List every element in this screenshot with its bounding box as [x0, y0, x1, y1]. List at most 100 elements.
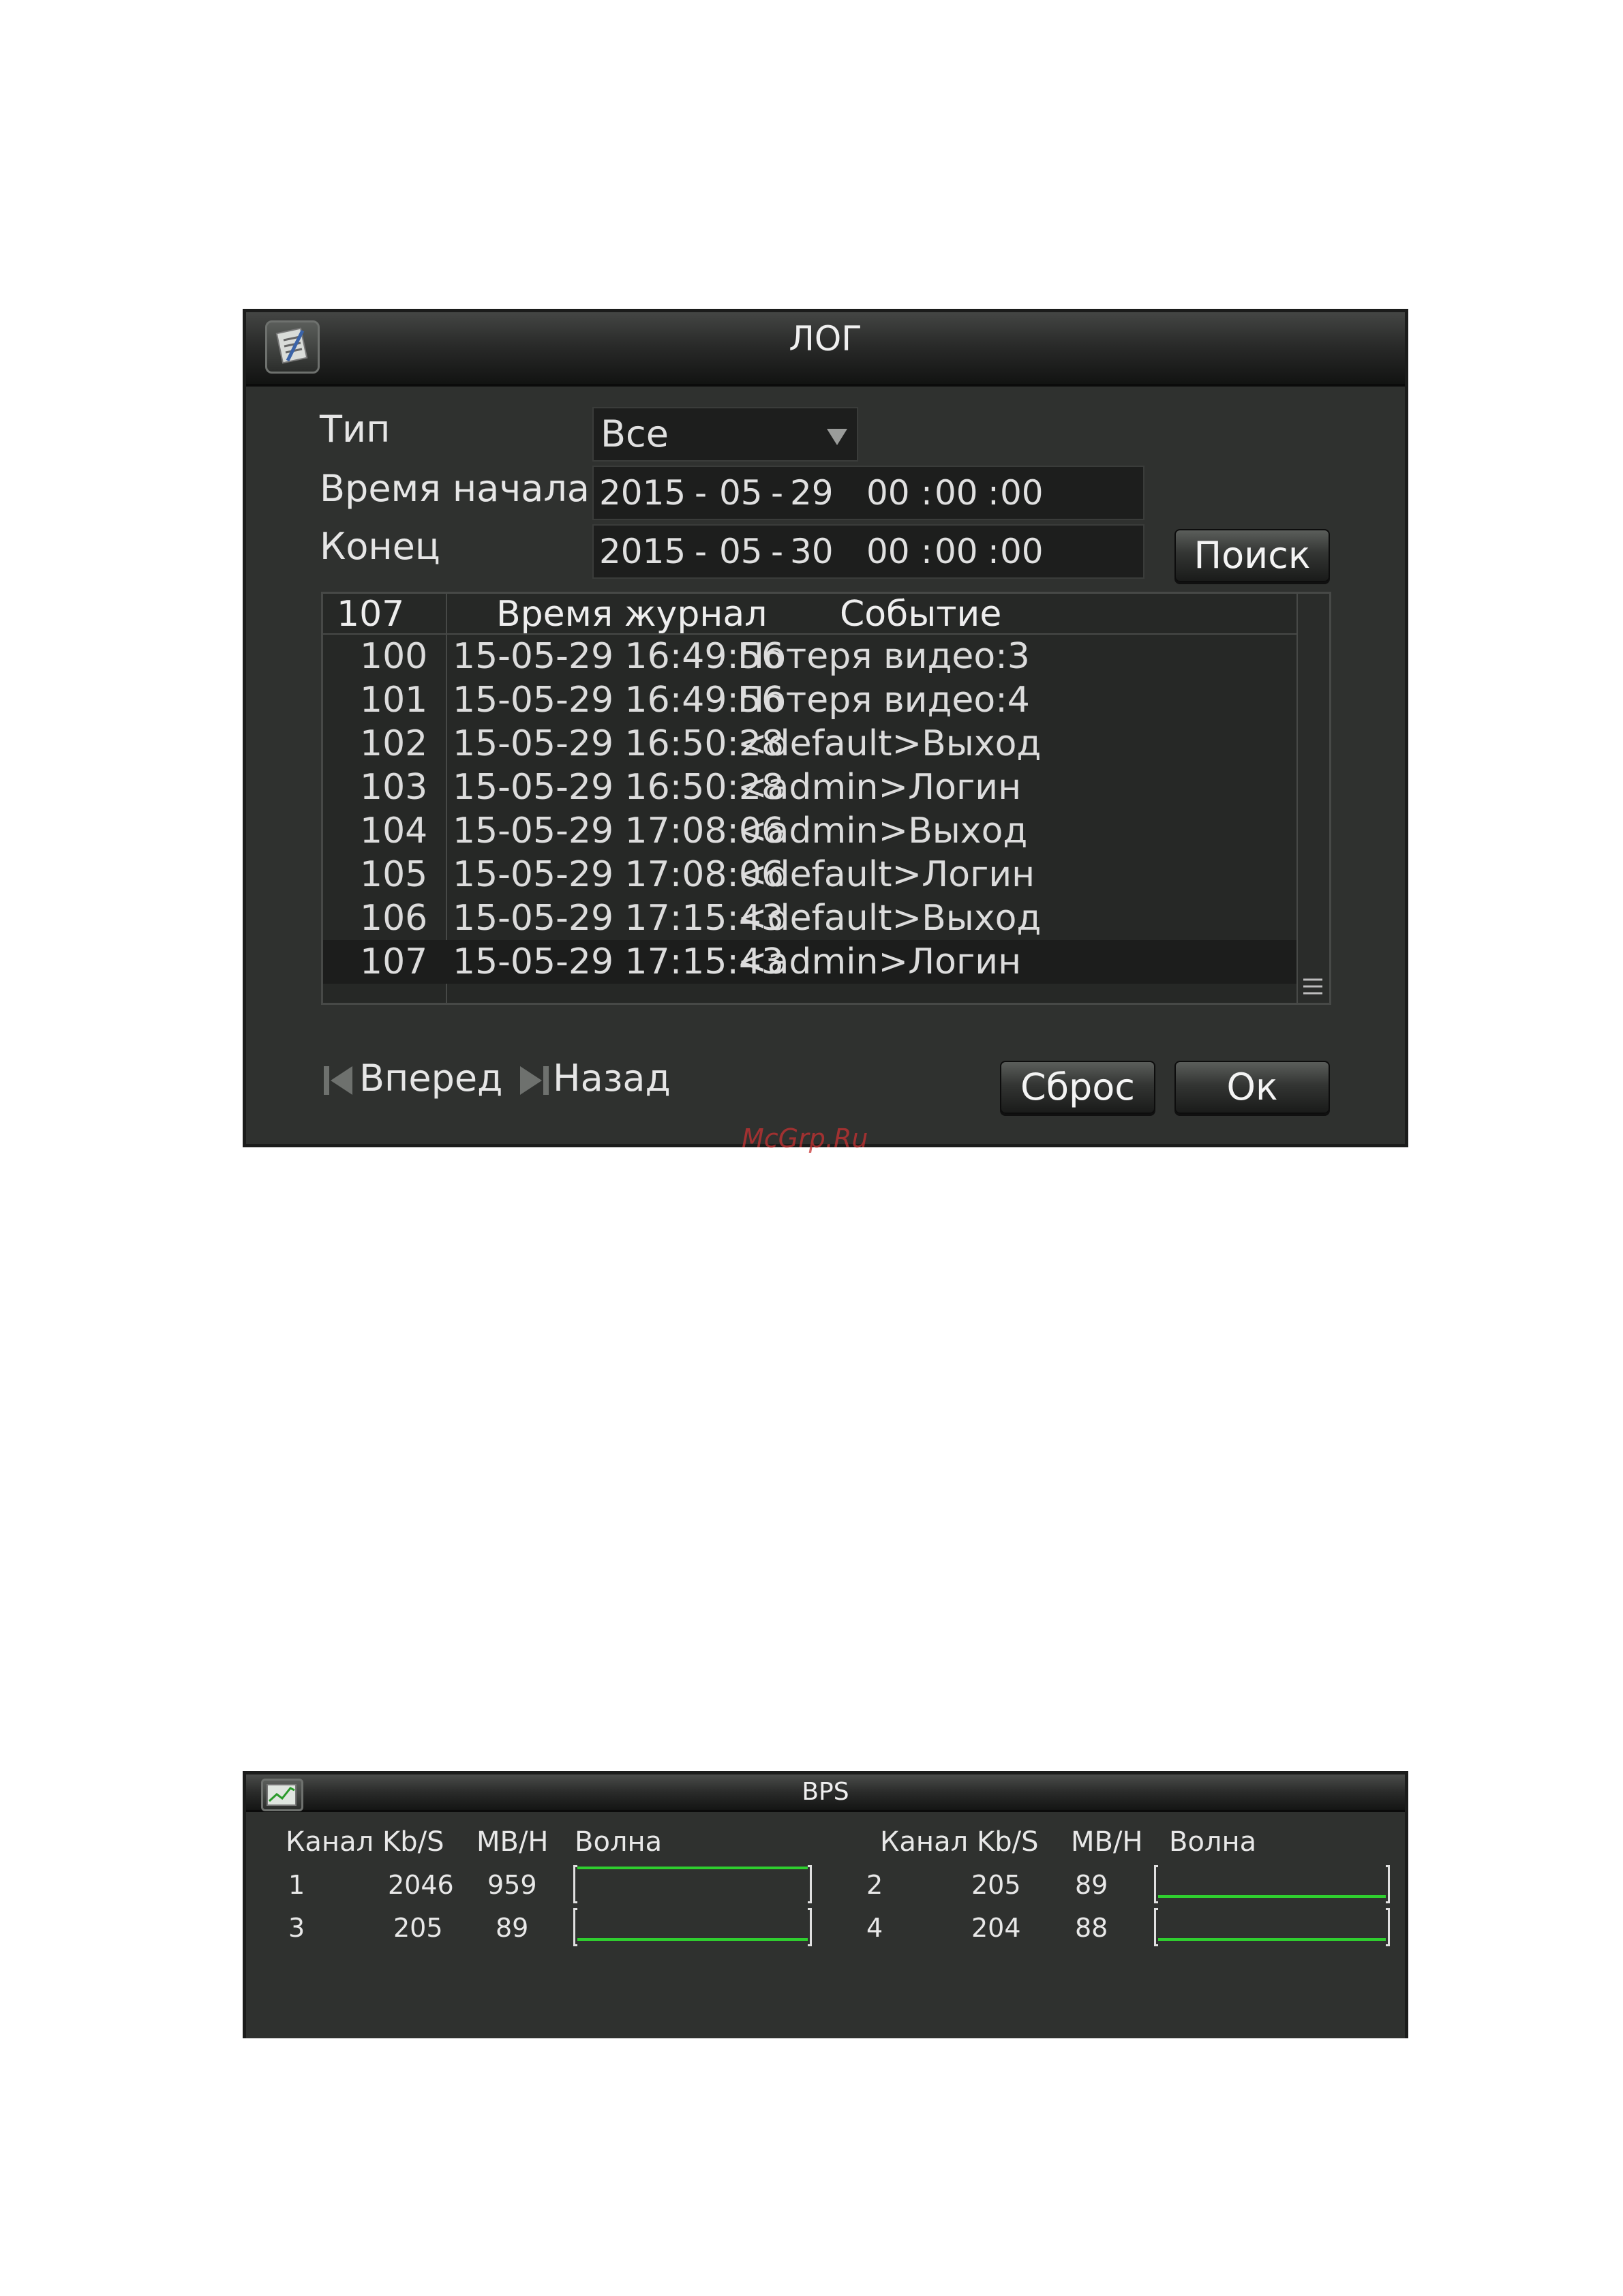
next-page-label: Назад: [553, 1057, 671, 1100]
table-row[interactable]: 101 15-05-29 16:49:56 Потеря видео:4: [323, 678, 1300, 722]
row-number: 106: [360, 898, 428, 939]
wave-header: Волна: [1169, 1826, 1257, 1858]
date-sep: -: [771, 473, 784, 513]
time-sep: :: [921, 532, 932, 571]
chevron-down-icon: [825, 425, 849, 449]
search-button[interactable]: Поиск: [1174, 529, 1330, 582]
channel-header: Канал: [286, 1826, 374, 1858]
channel-kbs: 205: [393, 1913, 443, 1943]
row-time: 15-05-29 16:50:28: [453, 723, 785, 764]
start-day[interactable]: 29: [790, 467, 834, 519]
wave-graph: [1154, 1865, 1390, 1906]
channel-mbh: 89: [496, 1913, 529, 1943]
row-number: 107: [360, 941, 428, 982]
row-event: Потеря видео:3: [738, 636, 1030, 677]
row-event: <default>Выход: [738, 898, 1042, 939]
log-window: ЛОГ Тип Все Время начала 2015 - 05 - 29 …: [243, 309, 1408, 1147]
table-row[interactable]: 105 15-05-29 17:08:06 <default>Логин: [323, 853, 1300, 896]
end-hour[interactable]: 00: [866, 526, 910, 577]
end-year[interactable]: 2015: [599, 526, 686, 577]
end-minute[interactable]: 00: [935, 526, 978, 577]
kbs-header: Kb/S: [977, 1826, 1039, 1858]
time-sep: :: [988, 473, 999, 513]
end-time-label: Конец: [320, 525, 440, 568]
channel-kbs: 205: [971, 1870, 1021, 1900]
end-second[interactable]: 00: [1000, 526, 1044, 577]
reset-button[interactable]: Сброс: [1000, 1061, 1155, 1114]
row-time: 15-05-29 16:49:56: [453, 680, 785, 721]
scrollbar[interactable]: [1296, 594, 1329, 1003]
start-second[interactable]: 00: [1000, 467, 1044, 519]
prev-page-label: Вперед: [359, 1057, 503, 1100]
channel-number: 1: [288, 1870, 305, 1900]
wave-line: [577, 1867, 808, 1869]
log-table: 107 Время журнал Событие 100 15-05-29 16…: [321, 592, 1331, 1005]
bps-title: BPS: [802, 1778, 849, 1806]
time-sep: :: [988, 532, 999, 571]
wave-header: Волна: [575, 1826, 663, 1858]
mbh-header: MB/H: [476, 1826, 549, 1858]
channel-kbs: 2046: [388, 1870, 454, 1900]
type-select-value: Все: [601, 412, 669, 455]
date-sep: -: [771, 532, 784, 571]
channel-mbh: 89: [1075, 1870, 1108, 1900]
row-time: 15-05-29 17:08:06: [453, 811, 785, 851]
row-event: <admin>Логин: [738, 941, 1022, 982]
end-month[interactable]: 05: [719, 526, 763, 577]
row-event: <default>Логин: [738, 854, 1035, 895]
date-sep: -: [695, 532, 708, 571]
wave-graph: [1154, 1908, 1390, 1949]
bps-window: BPS Канал Kb/S MB/H Волна Канал Kb/S MB/…: [243, 1771, 1408, 2038]
row-time: 15-05-29 17:15:43: [453, 941, 785, 982]
date-sep: -: [695, 473, 708, 513]
table-row[interactable]: 106 15-05-29 17:15:43 <default>Выход: [323, 896, 1300, 940]
row-time: 15-05-29 17:08:06: [453, 854, 785, 895]
channel-number: 4: [866, 1913, 883, 1943]
row-event: Потеря видео:4: [738, 680, 1030, 721]
channel-kbs: 204: [971, 1913, 1021, 1943]
wave-graph: [573, 1865, 812, 1906]
skip-back-icon: [321, 1063, 355, 1100]
log-title: ЛОГ: [789, 319, 862, 359]
row-number: 102: [360, 723, 428, 764]
log-title-bar: ЛОГ: [246, 312, 1405, 387]
row-time: 15-05-29 16:49:56: [453, 636, 785, 677]
column-time[interactable]: Время журнал: [496, 594, 767, 635]
start-time-field[interactable]: 2015 - 05 - 29 00 : 00 : 00: [592, 466, 1144, 520]
total-count: 107: [337, 594, 405, 635]
row-number: 104: [360, 811, 428, 851]
row-number: 101: [360, 680, 428, 721]
channel-number: 2: [866, 1870, 883, 1900]
type-label: Тип: [320, 408, 391, 451]
start-minute[interactable]: 00: [935, 467, 978, 519]
channel-number: 3: [288, 1913, 305, 1943]
time-sep: :: [921, 473, 932, 513]
row-time: 15-05-29 16:50:28: [453, 767, 785, 808]
end-day[interactable]: 30: [790, 526, 834, 577]
wave-line: [1158, 1938, 1386, 1941]
start-hour[interactable]: 00: [866, 467, 910, 519]
row-event: <admin>Логин: [738, 767, 1022, 808]
table-row[interactable]: 103 15-05-29 16:50:28 <admin>Логин: [323, 766, 1300, 809]
table-row[interactable]: 100 15-05-29 16:49:56 Потеря видео:3: [323, 635, 1300, 678]
wave-graph: [573, 1908, 812, 1949]
scrollbar-thumb[interactable]: [1301, 973, 1325, 1000]
table-row[interactable]: 104 15-05-29 17:08:06 <admin>Выход: [323, 809, 1300, 853]
start-year[interactable]: 2015: [599, 467, 686, 519]
column-event[interactable]: Событие: [840, 594, 1001, 635]
ok-button[interactable]: Ок: [1174, 1061, 1330, 1114]
type-select[interactable]: Все: [592, 407, 858, 462]
bps-title-bar: BPS: [246, 1774, 1405, 1812]
end-time-field[interactable]: 2015 - 05 - 30 00 : 00 : 00: [592, 524, 1144, 579]
table-row-selected[interactable]: 107 15-05-29 17:15:43 <admin>Логин: [323, 940, 1300, 984]
row-event: <default>Выход: [738, 723, 1042, 764]
table-row[interactable]: 102 15-05-29 16:50:28 <default>Выход: [323, 722, 1300, 766]
row-event: <admin>Выход: [738, 811, 1028, 851]
kbs-header: Kb/S: [382, 1826, 444, 1858]
channel-mbh: 959: [487, 1870, 537, 1900]
start-month[interactable]: 05: [719, 467, 763, 519]
row-number: 105: [360, 854, 428, 895]
wave-line: [1158, 1895, 1386, 1898]
row-number: 103: [360, 767, 428, 808]
wave-line: [577, 1938, 808, 1941]
